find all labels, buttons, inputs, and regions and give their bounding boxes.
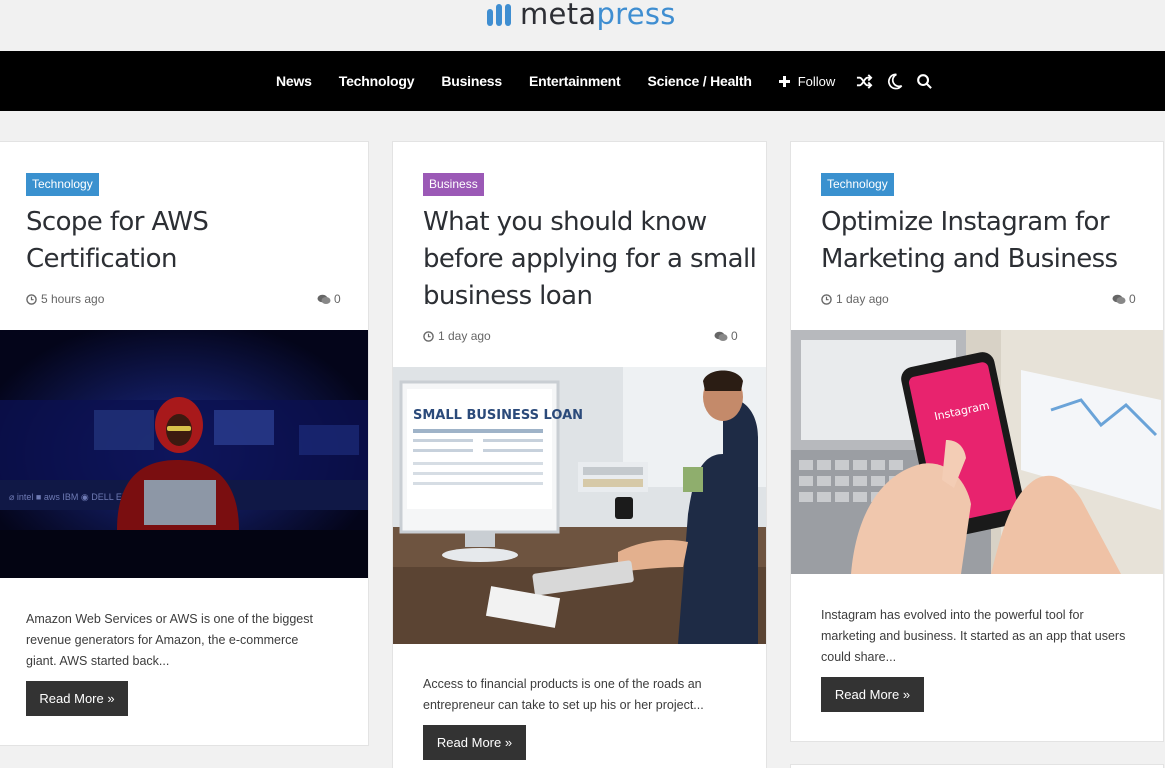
logo-wordmark: metapress [520,0,676,32]
excerpt-line: Access to financial products is one of t… [423,677,702,691]
main-nav: News Technology Business Entertainment S… [0,51,1165,111]
comments-icon [714,331,728,341]
excerpt-line: marketing and business. It started as an… [821,629,1126,643]
site-logo[interactable]: metapress [486,0,676,32]
nav-item-news[interactable]: News [276,73,312,89]
article-excerpt: Amazon Web Services or AWS is one of the… [26,609,356,672]
article-title[interactable]: Scope for AWS Certification [26,204,356,278]
article-card-aws: Technology Scope for AWS Certification 5… [0,141,369,746]
post-time: 5 hours ago [41,292,105,306]
comments-number: 0 [1129,292,1136,306]
category-badge[interactable]: Technology [26,173,99,196]
comments-number: 0 [334,292,341,306]
excerpt-line: Amazon Web Services or AWS is one of the… [26,612,313,626]
title-line: business loan [423,281,593,311]
clock-icon [821,293,832,305]
category-badge[interactable]: Technology [821,173,894,196]
title-line: Certification [26,244,177,274]
comments-number: 0 [731,329,738,343]
article-title[interactable]: Optimize Instagram for Marketing and Bus… [821,204,1161,278]
article-title[interactable]: What you should know before applying for… [423,204,763,315]
logo-text-meta: meta [520,0,597,31]
follow-button[interactable]: Follow [778,73,836,89]
article-thumbnail[interactable]: SMALL BUSINESS LOAN [393,367,766,644]
article-card-instagram: Technology Optimize Instagram for Market… [790,141,1164,742]
clock-icon [26,293,37,305]
article-excerpt: Access to financial products is one of t… [423,674,763,716]
plus-icon [778,75,790,87]
title-line: Optimize Instagram for [821,207,1110,237]
nav-item-entertainment[interactable]: Entertainment [529,73,621,89]
post-date: 1 day ago [821,292,889,306]
nav-item-technology[interactable]: Technology [339,73,415,89]
clock-icon [423,330,434,342]
article-excerpt: Instagram has evolved into the powerful … [821,605,1161,668]
logo-mark-icon [487,4,511,26]
title-line: Marketing and Business [821,244,1118,274]
comments-icon [317,294,331,304]
logo-text-press: press [596,0,676,31]
excerpt-line: entrepreneur can take to set up his or h… [423,698,704,712]
read-more-button[interactable]: Read More » [423,725,526,760]
comments-count[interactable]: 0 [317,292,341,306]
post-time: 1 day ago [438,329,491,343]
site-header: metapress [0,0,1165,51]
comments-count[interactable]: 0 [1112,292,1136,306]
excerpt-line: could share... [821,650,897,664]
comments-icon [1112,294,1126,304]
image-caption: SMALL BUSINESS LOAN [413,408,583,423]
follow-label: Follow [797,73,836,89]
title-line: Scope for AWS [26,207,209,237]
search-icon[interactable] [915,72,933,90]
read-more-button[interactable]: Read More » [26,681,128,716]
excerpt-line: Instagram has evolved into the powerful … [821,608,1084,622]
excerpt-line: giant. AWS started back... [26,654,170,668]
nav-item-science-health[interactable]: Science / Health [648,73,752,89]
excerpt-line: revenue generators for Amazon, the e-com… [26,633,299,647]
category-badge[interactable]: Business [423,173,484,196]
post-date: 5 hours ago [26,292,104,306]
dark-mode-moon-icon[interactable] [885,72,903,90]
read-more-button[interactable]: Read More » [821,677,924,712]
comments-count[interactable]: 0 [714,329,738,343]
title-line: What you should know [423,207,707,237]
post-time: 1 day ago [836,292,889,306]
article-thumbnail[interactable]: Instagram [791,330,1163,574]
post-date: 1 day ago [423,329,491,343]
article-card-small-business-loan: Business What you should know before app… [392,141,767,768]
shuffle-icon[interactable] [855,72,873,90]
next-article-card-edge [790,764,1164,768]
nav-item-business[interactable]: Business [441,73,502,89]
title-line: before applying for a small [423,244,757,274]
article-thumbnail[interactable]: ⌀ intel ■ aws IBM ◉ DELL EMC² amazon [0,330,368,578]
